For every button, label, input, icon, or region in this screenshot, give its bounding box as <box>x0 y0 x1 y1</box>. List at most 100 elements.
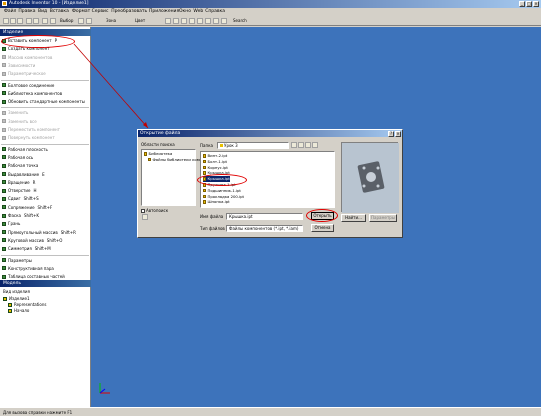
panel-item[interactable]: Рабочая плоскость <box>2 146 48 153</box>
part-file-icon <box>203 165 206 170</box>
material-dropdown[interactable]: Зона <box>106 18 116 23</box>
filetype-select[interactable]: Файлы компонентов (*.ipt, *.iam) <box>226 225 303 232</box>
file-item[interactable]: Винт-2.ipt <box>203 153 227 159</box>
tool-icon <box>2 83 6 87</box>
redo-icon[interactable] <box>33 18 39 24</box>
cancel-button[interactable]: Отмена <box>311 224 334 232</box>
save-icon[interactable] <box>17 18 23 24</box>
options-button[interactable]: Параметры <box>369 214 397 222</box>
panel-item[interactable]: Параметрическое <box>2 70 46 77</box>
shadow-icon[interactable] <box>205 18 211 24</box>
tool-icon <box>2 258 6 262</box>
folder-icon <box>8 302 12 307</box>
panel-item[interactable]: Симметрия Shift+M <box>2 245 51 252</box>
sketch-icon[interactable] <box>50 18 56 24</box>
panel-item[interactable]: Параметры <box>2 257 32 264</box>
file-item[interactable]: Прокладка 200.ipt <box>203 194 244 200</box>
panel-item[interactable]: Болтовое соединение <box>2 82 54 89</box>
panel-item[interactable]: Обновить стандартные компоненты <box>2 98 85 105</box>
pan-icon[interactable] <box>173 18 179 24</box>
rotate-icon[interactable] <box>181 18 187 24</box>
panel-item[interactable]: Заменить <box>2 109 28 116</box>
panel-item[interactable]: Выдавливание E <box>2 171 45 178</box>
tool-icon <box>2 99 6 104</box>
tool-icon <box>2 46 6 51</box>
tree-origin[interactable]: Начало <box>8 307 29 314</box>
shaded-icon[interactable] <box>197 18 203 24</box>
dialog-close-button[interactable]: × <box>395 130 401 137</box>
panel-item[interactable]: Круговой массив Shift+O <box>2 237 62 244</box>
panel-item[interactable]: Зависимости <box>2 62 35 69</box>
panel-item[interactable]: Повернуть компонент <box>2 134 55 141</box>
browser-header[interactable]: Модель <box>0 280 91 287</box>
search-link[interactable]: Search <box>233 18 247 23</box>
highlight-open-button <box>306 209 338 222</box>
menu-item[interactable]: Файл <box>4 9 16 14</box>
locations-list[interactable]: Библиотека Файлы библиотеки компон... <box>141 149 210 206</box>
panel-item[interactable]: Рабочая ось <box>2 154 33 161</box>
menu-item[interactable]: Справка <box>205 9 225 14</box>
panel-separator <box>1 143 89 145</box>
panel-item[interactable]: Библиотека компонентов <box>2 90 62 97</box>
browser-view-filter[interactable]: Вид изделия <box>3 289 30 294</box>
menu-item[interactable]: Сервис <box>92 9 109 14</box>
panel-item[interactable]: Фаска Shift+K <box>2 212 39 219</box>
look-at-icon[interactable] <box>189 18 195 24</box>
menu-item[interactable]: Правка <box>18 9 35 14</box>
panel-item[interactable]: Заменить все <box>2 118 37 125</box>
view-menu-icon[interactable] <box>305 142 311 148</box>
autosearch-checkbox[interactable]: Автопоиск <box>141 208 168 213</box>
file-item[interactable]: Подшипник-1.ipt <box>203 188 241 194</box>
color-dropdown[interactable]: Цвет <box>135 18 145 23</box>
tool-icon <box>2 221 6 226</box>
panel-item[interactable]: Рабочая точка <box>2 162 38 169</box>
file-item[interactable]: Шпонка.ipt <box>203 199 230 205</box>
panel-item[interactable]: Сопряжение Shift+F <box>2 204 52 211</box>
return-icon[interactable] <box>42 18 48 24</box>
panel-item[interactable]: Переместить компонент <box>2 126 60 133</box>
panel-item[interactable]: Прямоугольный массив Shift+R <box>2 229 76 236</box>
file-item[interactable]: Корпус.ipt <box>203 165 228 171</box>
shortcut-key: Shift+M <box>34 246 51 252</box>
shortcut-key: E <box>42 171 45 177</box>
panel-item[interactable]: Вращение R <box>2 179 35 186</box>
lookin-select[interactable]: Урок 3 <box>217 142 289 149</box>
new-icon[interactable] <box>3 18 9 24</box>
part-file-icon <box>203 194 206 199</box>
menu-item[interactable]: Web <box>193 9 203 14</box>
measure-icon[interactable] <box>86 18 92 24</box>
tool-icon <box>2 155 6 160</box>
open-icon[interactable] <box>10 18 16 24</box>
menu-item[interactable]: Вставка <box>50 9 69 14</box>
camera-icon[interactable] <box>213 18 219 24</box>
up-folder-icon[interactable] <box>291 142 297 148</box>
panel-item[interactable]: Отверстие H <box>2 187 36 194</box>
find-button[interactable]: Найти... <box>341 214 366 222</box>
new-folder-icon[interactable] <box>298 142 304 148</box>
file-item[interactable]: Болт-1.ipt <box>203 159 227 165</box>
panel-item[interactable]: Массив компонентов <box>2 54 52 61</box>
maximize-button[interactable]: □ <box>526 1 532 7</box>
dialog-help-button[interactable]: ? <box>388 130 394 137</box>
menu-item[interactable]: Формат <box>72 9 90 14</box>
undo-icon[interactable] <box>26 18 32 24</box>
minimize-button[interactable]: _ <box>519 1 525 7</box>
panel-item[interactable]: Конструктивная пара <box>2 265 54 272</box>
panel-item[interactable]: Сдвиг Shift+S <box>2 195 39 202</box>
help-icon[interactable] <box>221 18 227 24</box>
panel-item[interactable]: Грань <box>2 220 20 227</box>
menu-item[interactable]: Вид <box>38 9 47 14</box>
filename-field[interactable]: Крышка.ipt <box>226 213 303 220</box>
close-button[interactable]: × <box>533 1 539 7</box>
menu-item[interactable]: Преобразовать <box>111 9 147 14</box>
menu-item[interactable]: Окно <box>179 9 191 14</box>
tool-icon <box>2 246 6 251</box>
tools-icon[interactable] <box>312 142 318 148</box>
update-icon[interactable] <box>78 18 84 24</box>
menu-item[interactable]: Приложения <box>149 9 179 14</box>
tool-icon <box>2 147 6 152</box>
select-dropdown[interactable]: Выбор <box>60 18 73 23</box>
project-icon[interactable] <box>142 214 148 220</box>
zoom-icon[interactable] <box>165 18 171 24</box>
highlight-selected-file <box>197 174 247 186</box>
